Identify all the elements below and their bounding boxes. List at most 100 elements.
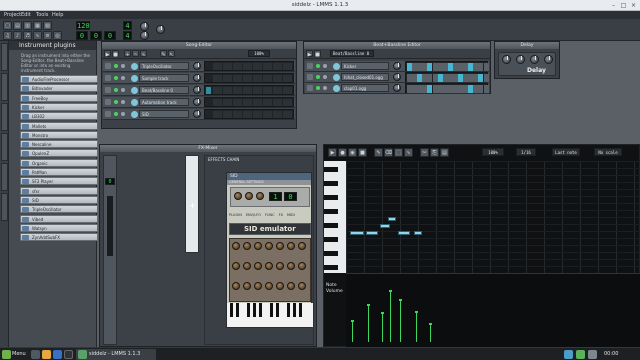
lane-bar[interactable] bbox=[213, 75, 222, 82]
add-track-button[interactable]: + bbox=[124, 50, 131, 58]
piano-detune-icon[interactable]: ∿ bbox=[404, 148, 413, 157]
bb-pattern[interactable] bbox=[405, 61, 489, 71]
sid-pitch-knob[interactable] bbox=[256, 192, 264, 200]
sid-voice-knob[interactable] bbox=[287, 262, 295, 270]
lane-bar[interactable] bbox=[243, 63, 252, 70]
mute-led[interactable] bbox=[114, 64, 118, 68]
plugin-item[interactable]: Mallets bbox=[20, 121, 98, 130]
taskbar-app-button[interactable]: siddelz - LMMS 1.1.3 bbox=[76, 349, 156, 360]
piano-select-icon[interactable]: ⬚ bbox=[394, 148, 403, 157]
menu-tools[interactable]: Tools bbox=[36, 12, 48, 18]
track-volume-knob[interactable] bbox=[193, 110, 201, 118]
sid-voice-knob[interactable] bbox=[232, 242, 240, 250]
sid-voice-knob[interactable] bbox=[276, 282, 284, 290]
tab-my-presets[interactable] bbox=[1, 133, 8, 161]
stop-icon[interactable]: ■ bbox=[112, 50, 119, 58]
tab-instrument-plugins[interactable] bbox=[1, 43, 8, 71]
track-lane[interactable] bbox=[204, 97, 294, 107]
save-project-button[interactable]: ▦ bbox=[33, 21, 42, 30]
note[interactable] bbox=[350, 231, 364, 235]
velocity-bar[interactable] bbox=[399, 299, 402, 342]
bb-track-row[interactable]: clap01.ogg bbox=[305, 83, 489, 94]
lane-bar[interactable] bbox=[253, 111, 262, 118]
tab-fx[interactable]: FX bbox=[279, 213, 283, 219]
terminal-icon[interactable] bbox=[64, 350, 73, 359]
song-track-row[interactable]: TripleOscillator bbox=[103, 61, 295, 72]
piano-roll-grid[interactable] bbox=[346, 161, 640, 273]
sid-voice-knob[interactable] bbox=[276, 242, 284, 250]
new-project-button[interactable]: ▢ bbox=[3, 21, 12, 30]
bb-pattern[interactable] bbox=[405, 83, 489, 93]
mute-led[interactable] bbox=[316, 75, 320, 79]
piano-paste-icon[interactable]: ▤ bbox=[440, 148, 449, 157]
master-fader-track[interactable] bbox=[107, 196, 113, 256]
note[interactable] bbox=[414, 231, 422, 235]
sid-title[interactable]: SID bbox=[227, 173, 311, 180]
lane-bar[interactable] bbox=[253, 63, 262, 70]
sid-voice-knob[interactable] bbox=[276, 262, 284, 270]
timesig-numerator-lcd[interactable]: 4 bbox=[123, 21, 132, 30]
delay-lfo-rate-knob[interactable] bbox=[530, 55, 539, 64]
track-volume-knob[interactable] bbox=[193, 62, 201, 70]
song-track-row[interactable]: Sample track bbox=[103, 73, 295, 84]
velocity-bar[interactable] bbox=[381, 312, 384, 342]
piano-note-length-select[interactable]: Last note bbox=[552, 148, 580, 156]
sid-voice-knob[interactable] bbox=[265, 262, 273, 270]
sid-voice-knob[interactable] bbox=[232, 262, 240, 270]
sid-fx-lcd[interactable]: 0 bbox=[284, 192, 297, 201]
lane-bar[interactable] bbox=[273, 111, 282, 118]
black-key[interactable] bbox=[324, 251, 338, 256]
lane-bar[interactable] bbox=[273, 99, 282, 106]
menu-project[interactable]: Project bbox=[4, 12, 21, 18]
velocity-bar[interactable] bbox=[367, 304, 370, 342]
bb-track-name[interactable]: clap01.ogg bbox=[341, 84, 389, 92]
bb-play-icon[interactable]: ▶ bbox=[306, 50, 313, 58]
minimize-icon[interactable]: – bbox=[610, 2, 617, 9]
lane-bar[interactable] bbox=[233, 87, 242, 94]
track-volume-knob[interactable] bbox=[393, 84, 401, 92]
browser-icon[interactable] bbox=[53, 350, 62, 359]
lane-bar[interactable] bbox=[223, 87, 232, 94]
solo-led[interactable] bbox=[121, 112, 125, 116]
automation-editor-toggle-button[interactable]: ∿ bbox=[33, 31, 42, 40]
black-key[interactable] bbox=[324, 237, 338, 242]
song-zoom-select[interactable]: 100% bbox=[248, 50, 270, 57]
black-key[interactable] bbox=[324, 223, 338, 228]
sid-voice-knob[interactable] bbox=[254, 262, 262, 270]
bb-stop-icon[interactable]: ■ bbox=[314, 50, 321, 58]
sid-voice-knob[interactable] bbox=[243, 242, 251, 250]
plugin-item[interactable]: Monstro bbox=[20, 130, 98, 139]
bb-editor-toggle-button[interactable]: ♪ bbox=[13, 31, 22, 40]
draw-mode-icon[interactable]: ✎ bbox=[160, 50, 167, 58]
piano-erase-icon[interactable]: ⌫ bbox=[384, 148, 393, 157]
add-channel-icon[interactable]: + bbox=[189, 202, 196, 210]
track-grip-icon[interactable] bbox=[307, 63, 313, 69]
piano-quantize-select[interactable]: 1/16 bbox=[516, 148, 536, 156]
plugin-item[interactable]: AudioFileProcessor bbox=[20, 75, 98, 83]
controller-rack-toggle-button[interactable]: ◎ bbox=[53, 31, 62, 40]
sid-volume-knob[interactable] bbox=[234, 192, 242, 200]
lane-bar[interactable] bbox=[213, 63, 222, 70]
open-project-button[interactable]: ▤ bbox=[13, 21, 22, 30]
black-key[interactable] bbox=[324, 195, 338, 200]
note-velocity-area[interactable] bbox=[346, 273, 640, 348]
solo-led[interactable] bbox=[323, 64, 327, 68]
delay-lfo-amount-knob[interactable] bbox=[544, 55, 553, 64]
track-volume-knob[interactable] bbox=[393, 62, 401, 70]
tab-func[interactable]: FUNC bbox=[265, 213, 275, 219]
cpu-knob[interactable] bbox=[156, 25, 165, 34]
tab-plugin[interactable]: PLUGIN bbox=[229, 213, 242, 219]
track-volume-knob[interactable] bbox=[193, 74, 201, 82]
lane-bar[interactable] bbox=[213, 111, 222, 118]
lane-bar[interactable] bbox=[283, 111, 292, 118]
sid-voice-knob[interactable] bbox=[298, 282, 306, 290]
song-track-row[interactable]: Automation track bbox=[103, 97, 295, 108]
lane-bar[interactable] bbox=[233, 75, 242, 82]
lane-bar[interactable] bbox=[233, 63, 242, 70]
lane-bar[interactable] bbox=[273, 87, 282, 94]
plugin-item[interactable]: LB302 bbox=[20, 112, 98, 121]
track-grip-icon[interactable] bbox=[105, 99, 111, 105]
note[interactable] bbox=[366, 231, 378, 235]
track-grip-icon[interactable] bbox=[105, 111, 111, 117]
lane-bar[interactable] bbox=[263, 87, 272, 94]
